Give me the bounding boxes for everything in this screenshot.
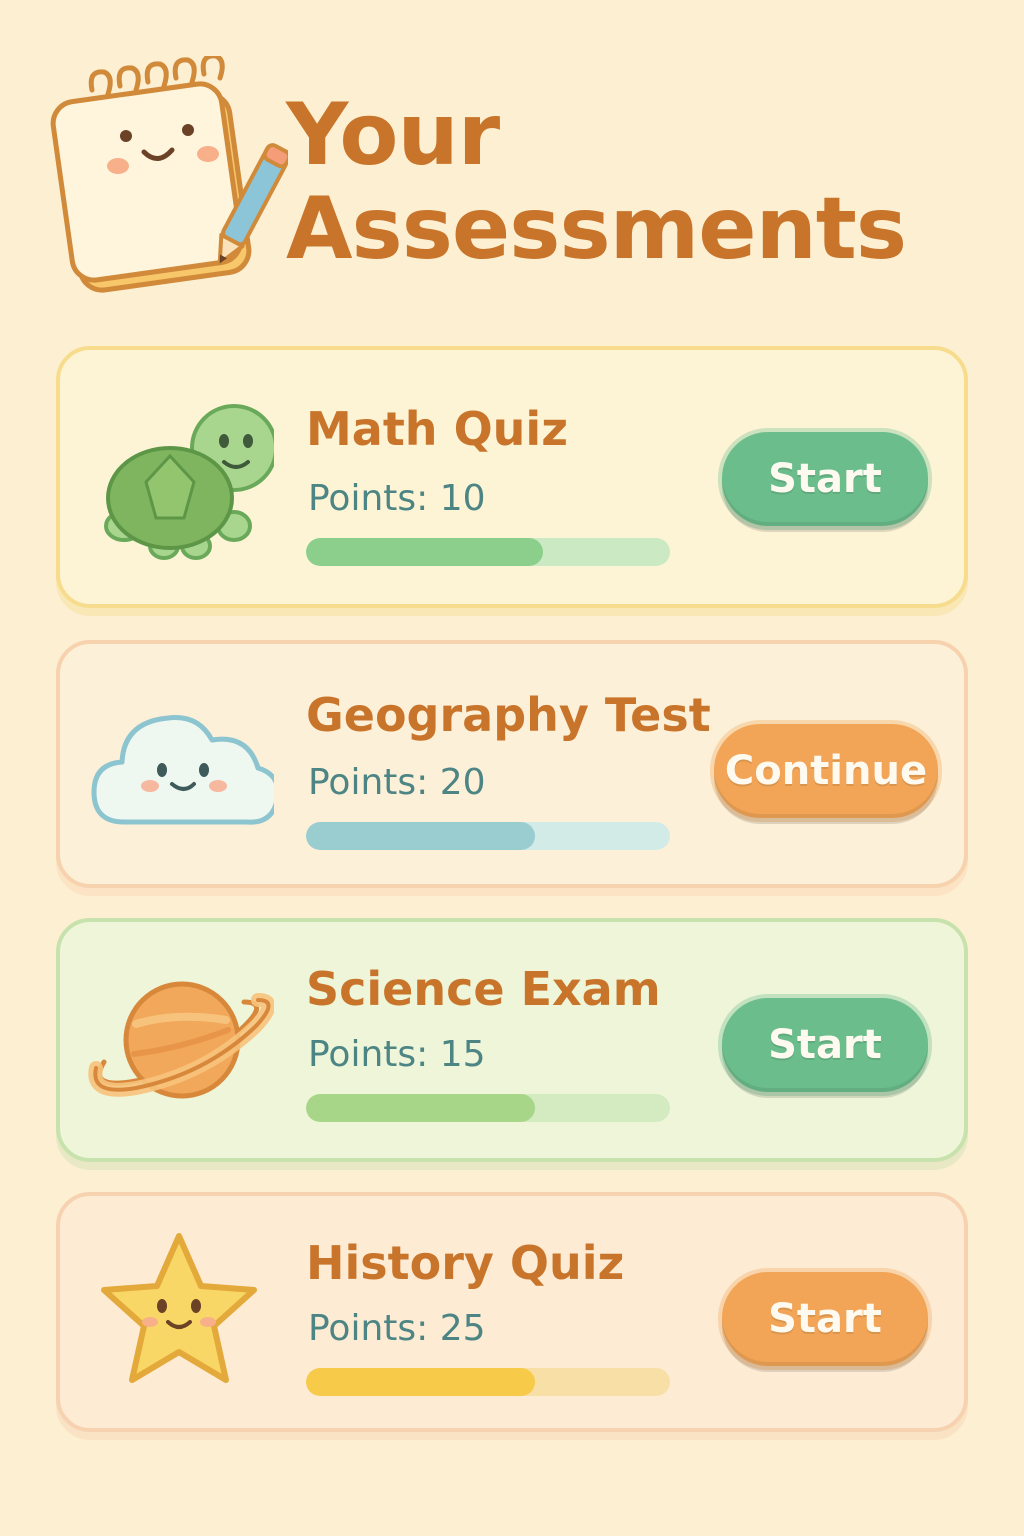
continue-button[interactable]: Continue — [714, 724, 938, 818]
start-button[interactable]: Start — [722, 998, 928, 1092]
start-button[interactable]: Start — [722, 1272, 928, 1366]
progress-track — [306, 1094, 670, 1122]
assessment-title: Science Exam — [306, 962, 661, 1016]
start-button[interactable]: Start — [722, 432, 928, 526]
assessment-card-history-quiz: History Quiz Points: 25 Start — [56, 1192, 968, 1432]
assessment-card-geography-test: Geography Test Points: 20 Continue — [56, 640, 968, 888]
progress-fill — [306, 1368, 536, 1396]
assessment-points: Points: 20 — [308, 762, 486, 803]
progress-fill — [306, 822, 536, 850]
assessment-card-science-exam: Science Exam Points: 15 Start — [56, 918, 968, 1162]
assessment-points: Points: 10 — [308, 478, 486, 519]
assessment-title: Math Quiz — [306, 402, 568, 456]
assessment-list: Math Quiz Points: 10 Start Geography Tes… — [0, 0, 1024, 1536]
star-icon — [101, 1233, 257, 1383]
progress-fill — [306, 1094, 536, 1122]
assessment-points: Points: 25 — [308, 1308, 486, 1349]
progress-fill — [306, 538, 543, 566]
progress-track — [306, 1368, 670, 1396]
turtle-icon — [104, 404, 274, 560]
assessment-title: History Quiz — [306, 1236, 625, 1290]
progress-track — [306, 822, 670, 850]
progress-track — [306, 538, 670, 566]
assessment-card-math-quiz: Math Quiz Points: 10 Start — [56, 346, 968, 608]
cloud-icon — [91, 714, 274, 825]
assessment-title: Geography Test — [306, 688, 711, 742]
assessment-points: Points: 15 — [308, 1034, 486, 1075]
planet-icon — [88, 981, 274, 1099]
